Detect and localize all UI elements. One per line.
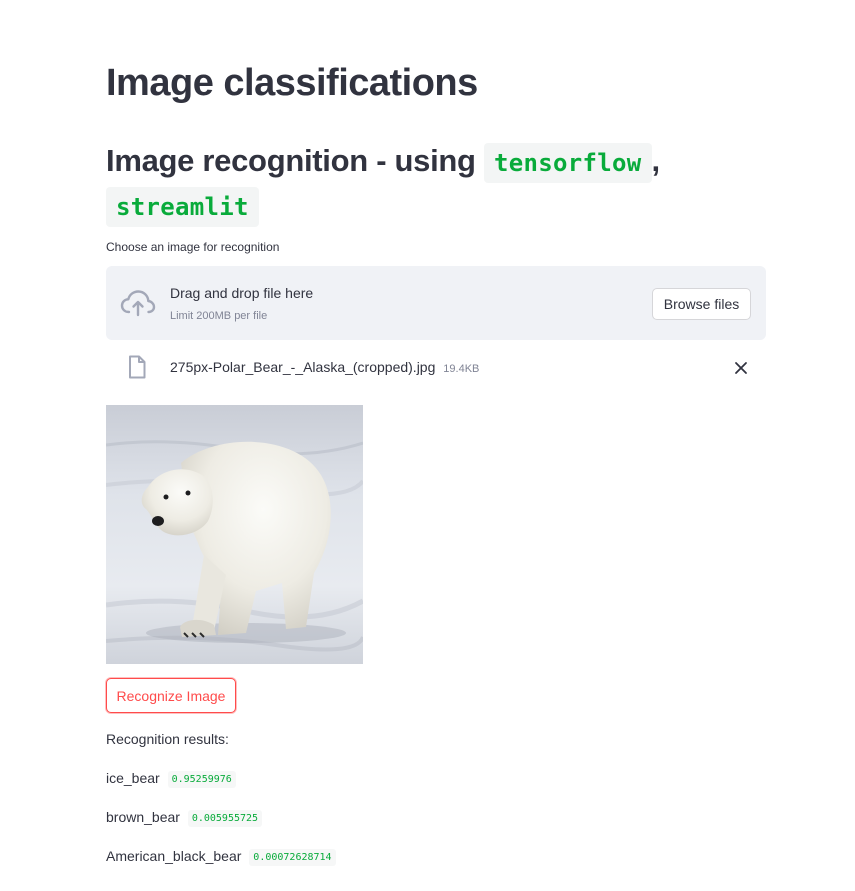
uploader-label: Choose an image for recognition — [106, 240, 280, 254]
subtitle-separator: , — [651, 143, 661, 178]
result-item: ice_bear 0.95259976 — [106, 770, 236, 788]
result-score: 0.95259976 — [167, 771, 236, 788]
file-name-text: 275px-Polar_Bear_-_Alaska_(cropped).jpg — [170, 359, 436, 375]
uploaded-image-preview — [106, 405, 363, 664]
page-title: Image classifications — [106, 62, 478, 104]
recognize-image-button[interactable]: Recognize Image — [106, 678, 236, 713]
result-score: 0.00072628714 — [249, 849, 336, 866]
file-icon — [129, 355, 146, 379]
result-item: American_black_bear 0.00072628714 — [106, 848, 336, 866]
result-label: brown_bear — [106, 809, 180, 825]
result-label: ice_bear — [106, 770, 160, 786]
cloud-upload-icon — [120, 290, 156, 317]
subtitle-code-streamlit: streamlit — [106, 187, 259, 227]
uploaded-file-row: 275px-Polar_Bear_-_Alaska_(cropped).jpg … — [106, 350, 766, 384]
file-dropzone[interactable]: Drag and drop file here Limit 200MB per … — [106, 266, 766, 340]
browse-files-button[interactable]: Browse files — [652, 288, 751, 320]
file-size: 19.4KB — [443, 363, 480, 375]
dropzone-limit: Limit 200MB per file — [170, 310, 268, 322]
page-subtitle: Image recognition - using tensorflow, st… — [106, 140, 766, 228]
subtitle-text: Image recognition - using — [106, 143, 476, 178]
result-label: American_black_bear — [106, 848, 242, 864]
results-heading: Recognition results: — [106, 731, 229, 747]
subtitle-code-tensorflow: tensorflow — [484, 143, 652, 183]
dropzone-instructions: Drag and drop file here — [170, 285, 314, 301]
result-item: brown_bear 0.005955725 — [106, 809, 263, 827]
uploaded-file-name: 275px-Polar_Bear_-_Alaska_(cropped).jpg … — [170, 359, 479, 375]
result-score: 0.005955725 — [187, 810, 263, 827]
close-icon[interactable] — [730, 357, 752, 379]
